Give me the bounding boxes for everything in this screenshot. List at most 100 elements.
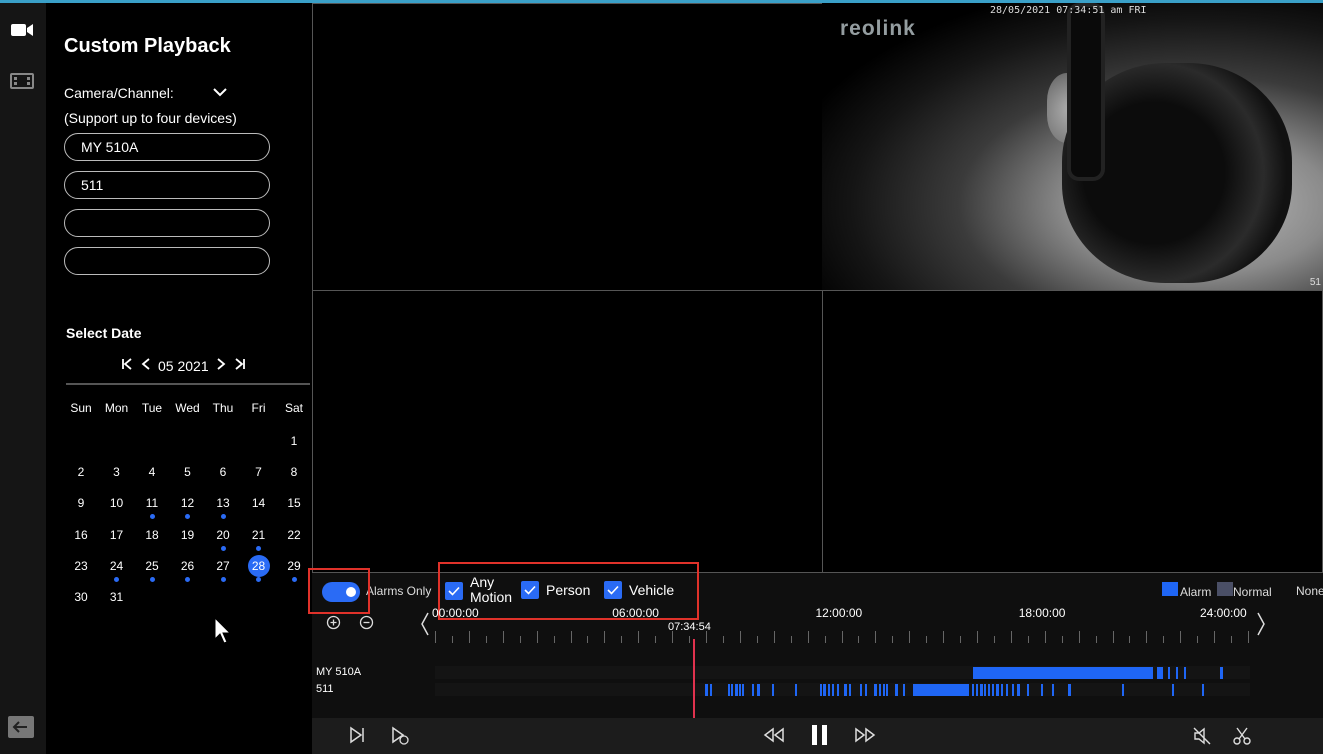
fast-forward-icon[interactable] [853, 727, 877, 748]
recording-dot [256, 545, 261, 551]
calendar-day-23[interactable]: 23 [64, 556, 98, 576]
calendar-day-9[interactable]: 9 [64, 493, 98, 513]
mute-icon[interactable] [1192, 726, 1212, 751]
next-frame-icon[interactable] [348, 726, 366, 749]
event-mark [874, 684, 877, 696]
calendar-day-12[interactable]: 12 [171, 493, 205, 513]
timeline-tick [502, 631, 504, 643]
timeline-tick [993, 636, 995, 643]
calendar-day-18[interactable]: 18 [135, 525, 169, 545]
timeline-tick [858, 636, 860, 643]
event-mark [879, 684, 881, 696]
next-month-icon[interactable] [215, 357, 227, 374]
timeline-prev-icon[interactable] [420, 611, 430, 642]
rewind-icon[interactable] [762, 727, 786, 748]
timeline-tick [468, 631, 470, 643]
event-mark [828, 684, 830, 696]
pause-icon[interactable] [810, 724, 830, 751]
recording-dot [256, 576, 261, 582]
camera-strap [1067, 3, 1105, 181]
timeline-next-icon[interactable] [1256, 611, 1266, 642]
video-pane-4[interactable] [822, 290, 1323, 573]
timeline-tick [960, 636, 962, 643]
calendar-day-25[interactable]: 25 [135, 556, 169, 576]
channel-slot-1[interactable]: MY 510A [64, 133, 270, 161]
calendar-day-26[interactable]: 26 [171, 556, 205, 576]
calendar-day-8[interactable]: 8 [277, 462, 311, 482]
event-mark [728, 684, 730, 696]
timeline-tick [553, 636, 555, 643]
row-label-1: MY 510A [316, 666, 362, 678]
video-pane-3[interactable] [312, 290, 823, 573]
calendar-day-17[interactable]: 17 [100, 525, 134, 545]
calendar-day-31[interactable]: 31 [100, 587, 134, 607]
zoom-out-icon[interactable] [359, 615, 374, 635]
calendar-day-20[interactable]: 20 [206, 525, 240, 545]
prev-month-icon[interactable] [140, 357, 152, 374]
event-mark [735, 684, 738, 696]
calendar-day-6[interactable]: 6 [206, 462, 240, 482]
timeline-row-2[interactable] [435, 683, 1250, 696]
calendar-day-21[interactable]: 21 [242, 525, 276, 545]
camera-channel-label: Camera/Channel: [64, 85, 174, 101]
calendar-day-22[interactable]: 22 [277, 525, 311, 545]
recording-dot [220, 514, 226, 520]
calendar-day-3[interactable]: 3 [100, 462, 134, 482]
timeline-tick [756, 636, 758, 643]
calendar-day-13[interactable]: 13 [206, 493, 240, 513]
timeline-tick [621, 636, 623, 643]
timeline-tick [739, 631, 741, 643]
alarm-legend-label: Alarm [1180, 585, 1212, 599]
last-month-icon[interactable] [233, 357, 247, 374]
calendar-day-7[interactable]: 7 [242, 462, 276, 482]
event-mark [1220, 667, 1223, 679]
calendar-day-27[interactable]: 27 [206, 556, 240, 576]
none-legend-label: None [1296, 584, 1323, 598]
zoom-in-icon[interactable] [326, 615, 341, 635]
camera-feed[interactable]: reolink 28/05/2021 07:34:51 am FRI 51 [822, 3, 1323, 290]
calendar-day-24[interactable]: 24 [100, 556, 134, 576]
video-camera-icon[interactable] [10, 20, 36, 42]
event-mark [1157, 667, 1163, 679]
calendar-day-5[interactable]: 5 [171, 462, 205, 482]
event-mark [1001, 684, 1003, 696]
calendar-day-19[interactable]: 19 [171, 525, 205, 545]
calendar-day-16[interactable]: 16 [64, 525, 98, 545]
normal-legend-label: Normal [1233, 585, 1272, 599]
timeline-label: 18:00:00 [1018, 606, 1066, 620]
calendar-day-15[interactable]: 15 [277, 493, 311, 513]
calendar-day-1[interactable]: 1 [277, 431, 311, 451]
timeline-tick [773, 631, 775, 643]
channel-slot-3[interactable] [64, 209, 270, 237]
recording-dot [185, 514, 190, 520]
timeline-label: 24:00:00 [1200, 606, 1247, 620]
calendar-day-11[interactable]: 11 [135, 493, 169, 513]
calendar-day-14[interactable]: 14 [242, 493, 276, 513]
play-event-icon[interactable] [390, 726, 410, 751]
calendar-day-2[interactable]: 2 [64, 462, 98, 482]
clip-scissors-icon[interactable] [1232, 726, 1252, 751]
recording-dot [220, 545, 226, 551]
timeline-tick [1112, 631, 1114, 643]
calendar-day-30[interactable]: 30 [64, 587, 98, 607]
weekday-wed: Wed [175, 401, 200, 415]
video-pane-1[interactable] [312, 3, 823, 291]
calendar-day-28[interactable]: 28 [242, 556, 276, 576]
calendar-day-29[interactable]: 29 [277, 556, 311, 576]
event-mark [886, 684, 888, 696]
first-month-icon[interactable] [120, 357, 134, 374]
channel-slot-2[interactable]: 511 [64, 171, 270, 199]
panel-title: Custom Playback [64, 35, 231, 57]
event-mark [1202, 684, 1204, 696]
calendar-day-10[interactable]: 10 [100, 493, 134, 513]
calendar-divider [66, 383, 310, 385]
event-mark [895, 684, 898, 696]
event-mark [837, 684, 839, 696]
back-arrow-icon[interactable] [8, 716, 34, 738]
event-mark [739, 684, 741, 696]
channel-slot-4[interactable] [64, 247, 270, 275]
alarms-only-label: Alarms Only [366, 584, 432, 598]
calendar-day-4[interactable]: 4 [135, 462, 169, 482]
chevron-down-icon[interactable] [212, 85, 228, 104]
film-playback-icon[interactable] [10, 71, 36, 93]
